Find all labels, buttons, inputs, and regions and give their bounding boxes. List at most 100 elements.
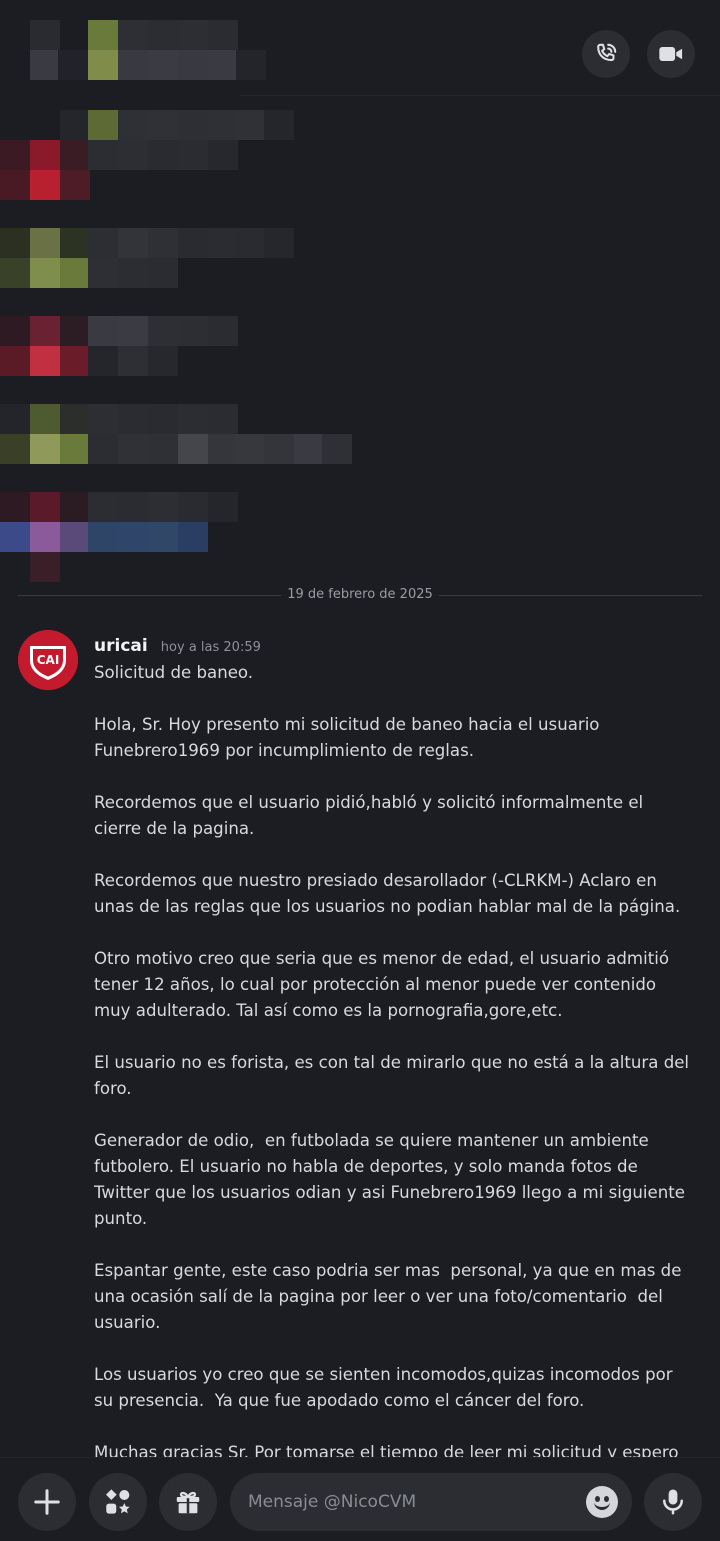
video-call-button[interactable] (647, 30, 695, 78)
pixel-block (148, 228, 178, 258)
pixel-block (60, 228, 90, 258)
pixel-block (178, 492, 208, 522)
avatar[interactable]: CAI (18, 630, 78, 690)
pixel-block (30, 258, 60, 288)
pixel-block (148, 404, 178, 434)
pixel-block (30, 228, 60, 258)
apps-button[interactable] (89, 1473, 147, 1531)
pixel-block (236, 228, 266, 258)
pixel-block (208, 404, 238, 434)
pixel-block (88, 404, 118, 434)
pixel-block (88, 140, 118, 170)
pixel-block (0, 346, 30, 376)
pixel-block (30, 404, 60, 434)
pixel-block (148, 434, 178, 464)
pixel-block (264, 228, 294, 258)
message-paragraph: Generador de odio, en futbolada se quier… (94, 1131, 691, 1228)
pixel-block (118, 346, 148, 376)
pixel-block (178, 404, 208, 434)
club-crest-icon: CAI (18, 630, 78, 690)
add-attachment-button[interactable] (18, 1473, 76, 1531)
message-timestamp: hoy a las 20:59 (160, 640, 261, 655)
pixel-block (118, 228, 148, 258)
pixel-block (60, 110, 90, 140)
pixel-block (60, 316, 90, 346)
pixel-block (88, 346, 118, 376)
pixel-block (30, 316, 60, 346)
pixel-block (0, 434, 30, 464)
pixel-block (178, 316, 208, 346)
message-paragraph: El usuario no es forista, es con tal de … (94, 1053, 695, 1098)
pixel-block (0, 140, 30, 170)
video-camera-icon (659, 47, 683, 61)
pixel-block (118, 434, 148, 464)
pixel-block (208, 110, 238, 140)
apps-icon (106, 1489, 130, 1514)
pixel-block (208, 140, 238, 170)
pixel-block (88, 522, 118, 552)
pixel-block (88, 110, 118, 140)
pixel-block (208, 228, 238, 258)
message-paragraph: Otro motivo creo que seria que es menor … (94, 949, 675, 1020)
top-divider (240, 95, 720, 96)
microphone-icon (663, 1489, 683, 1515)
dm-screen: 19 de febrero de 2025 CAI uricai hoy a l… (0, 0, 720, 1541)
pixel-block (208, 316, 238, 346)
pixel-block (148, 316, 178, 346)
pixel-block (148, 140, 178, 170)
voice-call-button[interactable] (582, 30, 630, 78)
pixel-block (30, 346, 60, 376)
pixel-block (30, 492, 60, 522)
pixel-block (118, 140, 148, 170)
message-body: Solicitud de baneo. Hola, Sr. Hoy presen… (94, 660, 694, 1492)
pixel-block (60, 434, 90, 464)
pixel-block (88, 316, 118, 346)
pixel-block (0, 228, 30, 258)
pixel-block (0, 170, 30, 200)
gift-button[interactable] (159, 1473, 217, 1531)
pixel-block (0, 404, 30, 434)
emoji-icon[interactable] (586, 1486, 618, 1518)
message-paragraph: Hola, Sr. Hoy presento mi solicitud de b… (94, 715, 605, 760)
pixel-block (30, 552, 60, 582)
pixel-block (118, 492, 148, 522)
pixel-block (148, 346, 178, 376)
plus-icon (34, 1489, 60, 1515)
pixel-block (88, 258, 118, 288)
message-input[interactable] (248, 1473, 578, 1531)
pixel-block (60, 170, 90, 200)
message-header: uricai hoy a las 20:59 (94, 636, 261, 656)
pixel-block (88, 228, 118, 258)
pixel-block (60, 404, 90, 434)
message-input-container[interactable] (230, 1473, 632, 1531)
phone-call-icon (597, 43, 617, 62)
pixel-block (60, 140, 90, 170)
voice-message-button[interactable] (644, 1473, 702, 1531)
pixel-block (0, 522, 30, 552)
message-username[interactable]: uricai (94, 636, 148, 656)
emoji-mouth (594, 1501, 610, 1510)
pixel-block (118, 258, 148, 288)
pixel-block (264, 434, 294, 464)
pixel-block (0, 258, 30, 288)
pixel-block (178, 434, 208, 464)
pixel-block (118, 110, 148, 140)
pixel-block (88, 492, 118, 522)
pixel-block (148, 522, 178, 552)
message-paragraph: Espantar gente, este caso podria ser mas… (94, 1261, 687, 1332)
pixel-block (30, 522, 60, 552)
top-bar (0, 0, 720, 96)
pixel-block (178, 110, 208, 140)
pixel-block (208, 434, 238, 464)
pixel-block (178, 140, 208, 170)
pixel-block (118, 404, 148, 434)
date-divider-line-right (439, 595, 702, 596)
pixel-block (0, 316, 30, 346)
message-paragraph: Recordemos que el usuario pidió,habló y … (94, 793, 649, 838)
pixel-block (178, 228, 208, 258)
pixel-block (60, 522, 90, 552)
date-divider: 19 de febrero de 2025 (18, 585, 702, 607)
pixel-block (88, 434, 118, 464)
pixel-block (148, 492, 178, 522)
pixel-block (178, 522, 208, 552)
